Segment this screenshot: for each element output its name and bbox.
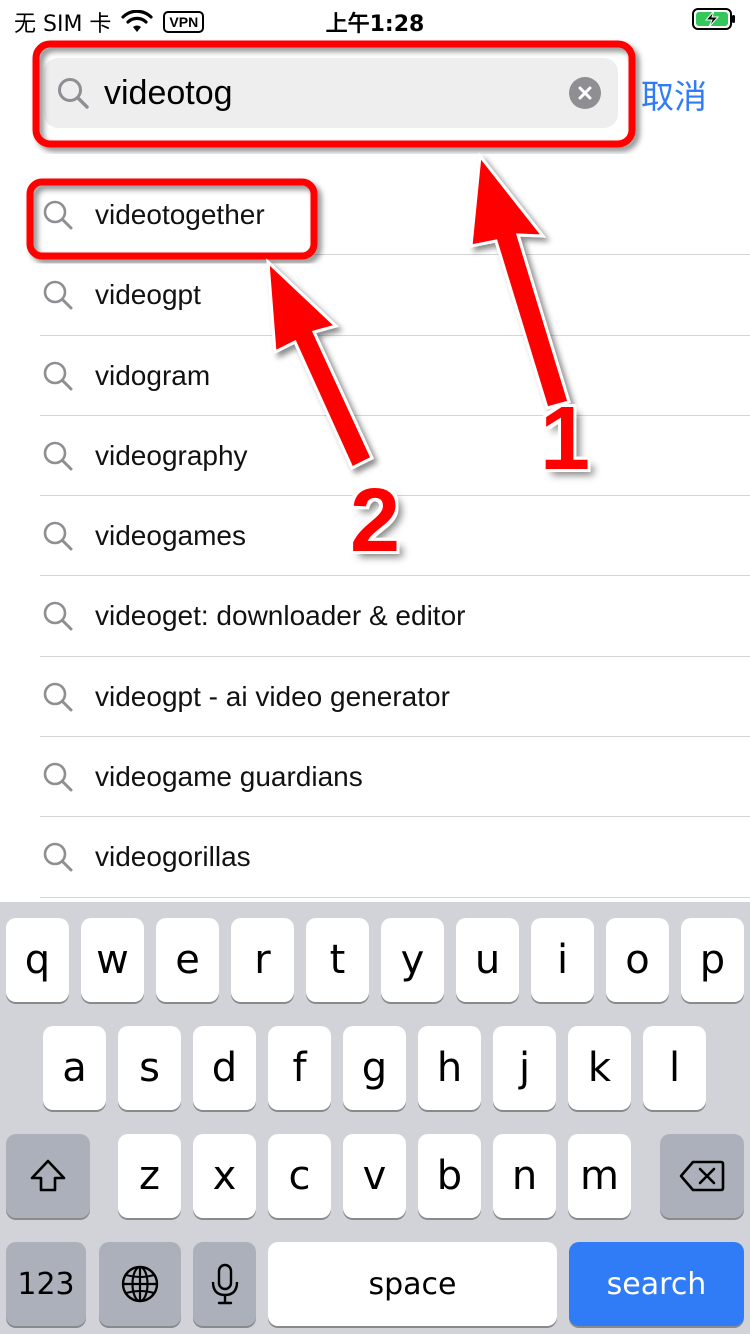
search-icon — [43, 361, 73, 391]
shift-icon — [30, 1159, 66, 1192]
search-icon — [43, 602, 73, 631]
microphone-icon — [211, 1263, 238, 1305]
search-icon — [43, 762, 73, 792]
key-l[interactable]: l — [643, 1026, 706, 1110]
annotation-number-1: 1 — [540, 389, 591, 489]
search-query-text[interactable]: videotog — [104, 72, 233, 114]
cancel-button[interactable]: 取消 — [641, 70, 707, 118]
key-u[interactable]: u — [456, 918, 519, 1002]
suggestion-item-vidogram[interactable]: vidogram — [0, 336, 750, 416]
annotation-number-2: 2 — [350, 471, 401, 571]
key-j[interactable]: j — [493, 1026, 556, 1110]
search-key[interactable]: search — [569, 1242, 744, 1326]
key-q[interactable]: q — [6, 918, 69, 1002]
keyboard: q w e r t y u i o p a s d f g h j k l z … — [0, 902, 750, 1334]
key-a[interactable]: a — [43, 1026, 106, 1110]
key-b[interactable]: b — [418, 1134, 481, 1218]
key-s[interactable]: s — [118, 1026, 181, 1110]
search-icon — [58, 78, 89, 109]
delete-icon — [679, 1160, 725, 1192]
key-n[interactable]: n — [493, 1134, 556, 1218]
key-c[interactable]: c — [268, 1134, 331, 1218]
suggestion-item-videogpt[interactable]: videogpt — [0, 255, 750, 336]
search-icon — [43, 521, 73, 551]
suggestion-label: videogpt — [95, 279, 201, 311]
suggestion-label: videogames — [95, 520, 246, 552]
key-k[interactable]: k — [568, 1026, 631, 1110]
status-bar: 无 SIM 卡 VPN 上午1:28 — [0, 0, 750, 40]
key-v[interactable]: v — [343, 1134, 406, 1218]
search-icon — [43, 200, 73, 230]
suggestion-item-videogorillas[interactable]: videogorillas — [0, 817, 750, 898]
suggestion-label: videogorillas — [95, 841, 251, 873]
globe-icon — [121, 1265, 159, 1303]
key-y[interactable]: y — [381, 918, 444, 1002]
delete-key[interactable] — [660, 1134, 744, 1218]
clear-icon — [578, 86, 592, 100]
suggestion-label: videography — [95, 439, 248, 471]
key-g[interactable]: g — [343, 1026, 406, 1110]
suggestion-label: videogame guardians — [95, 761, 363, 793]
key-d[interactable]: d — [193, 1026, 256, 1110]
suggestion-label: videotogether — [95, 199, 265, 230]
suggestion-label: vidogram — [95, 359, 211, 391]
status-time: 上午1:28 — [325, 12, 425, 37]
suggestion-item-videotogether[interactable]: videotogether — [0, 175, 750, 256]
key-m[interactable]: m — [568, 1134, 631, 1218]
space-key[interactable]: space — [268, 1242, 557, 1326]
search-icon — [43, 280, 73, 310]
key-x[interactable]: x — [193, 1134, 256, 1218]
search-icon — [43, 843, 73, 872]
key-o[interactable]: o — [606, 918, 669, 1002]
divider — [40, 896, 750, 898]
shift-key[interactable] — [6, 1134, 90, 1218]
key-i[interactable]: i — [531, 918, 594, 1002]
suggestion-item-videogpt-ai[interactable]: videogpt - ai video generator — [0, 657, 750, 738]
key-p[interactable]: p — [681, 918, 744, 1002]
key-r[interactable]: r — [231, 918, 294, 1002]
suggestion-item-videogame-guardians[interactable]: videogame guardians — [0, 737, 750, 818]
search-icon — [43, 682, 73, 712]
search-icon — [43, 441, 73, 471]
key-w[interactable]: w — [81, 918, 144, 1002]
suggestion-label: videogpt - ai video generator — [95, 680, 450, 712]
key-h[interactable]: h — [418, 1026, 481, 1110]
clear-button[interactable] — [569, 77, 601, 109]
microphone-key[interactable] — [193, 1242, 256, 1326]
battery-charging-icon — [692, 8, 735, 30]
suggestion-item-videoget[interactable]: videoget: downloader & editor — [0, 576, 750, 657]
key-t[interactable]: t — [306, 918, 369, 1002]
key-f[interactable]: f — [268, 1026, 331, 1110]
suggestion-label: videoget: downloader & editor — [95, 600, 466, 632]
search-input[interactable]: videotog — [44, 58, 618, 128]
key-z[interactable]: z — [118, 1134, 181, 1218]
key-e[interactable]: e — [156, 918, 219, 1002]
globe-key[interactable] — [99, 1242, 181, 1326]
numbers-key[interactable]: 123 — [6, 1242, 86, 1326]
